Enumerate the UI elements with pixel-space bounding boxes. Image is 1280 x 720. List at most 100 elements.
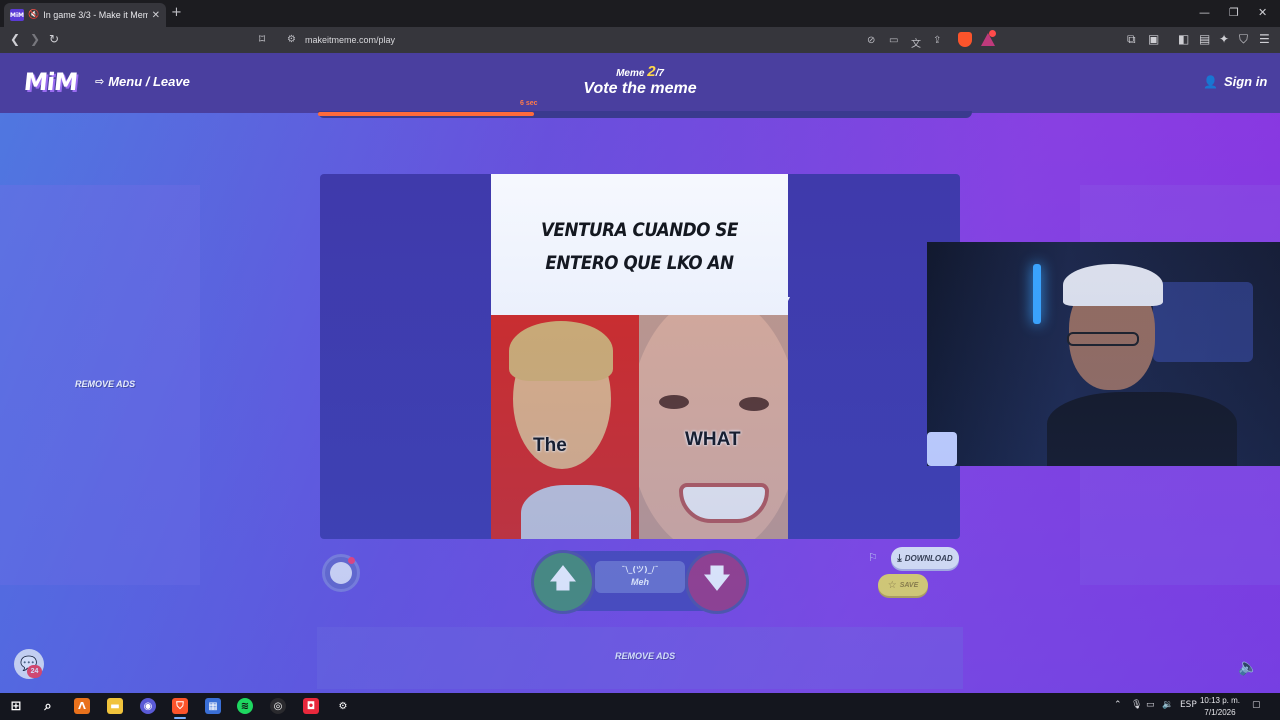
remove-ads-link[interactable]: REMOVE ADS [615,651,675,661]
upvote-button[interactable]: 🡅 [534,553,592,611]
mute-icon[interactable]: 🔇 [28,10,39,20]
clock-time: 10:13 p. m. [1199,696,1241,705]
save-label: SAVE [899,581,919,589]
clock-date: 7/1/2026 [1204,708,1236,717]
meme-card: VENTURA CUANDO SE ENTERO QUE LKO AN The … [491,174,788,539]
sign-in-button[interactable]: 👤 Sign in [1203,74,1267,89]
menu-icon[interactable]: ☰ [1259,32,1270,46]
eye-shape [739,397,769,411]
extensions-icon[interactable]: ⧉ [1127,32,1136,47]
mim-favicon-icon: MiM [10,9,24,21]
glasses-shape [1067,332,1139,346]
game-page: MiM ⇨ Menu / Leave Meme 2/7 Vote the mem… [0,53,1280,693]
cup-shape [927,432,957,466]
new-tab-button[interactable]: + [171,5,182,20]
forward-icon[interactable]: ❯ [30,32,40,46]
browser-tab[interactable]: MiM 🔇 In game 3/3 - Make it Meme ✕ [4,3,166,27]
led-light-shape [1033,264,1041,324]
url-text[interactable]: makeitmeme.com/play [305,35,395,45]
tab-close-icon[interactable]: ✕ [152,10,160,21]
remove-ads-link[interactable]: REMOVE ADS [75,379,135,389]
chat-badge: 24 [27,665,42,678]
download-icon: ⤓ [897,552,902,564]
meh-face: ¯\_(ツ)_/¯ [621,565,659,574]
body-shape [1047,392,1237,466]
sign-in-label: Sign in [1223,74,1268,89]
network-icon[interactable]: ▭ [1146,700,1155,710]
left-ad-slot: REMOVE ADS [0,185,200,585]
camera-off-icon[interactable]: ⊘ [867,35,875,46]
steam-icon[interactable]: ⚙ [335,698,351,714]
arrow-up-icon: 🡅 [549,564,577,594]
tab-title: In game 3/3 - Make it Meme [43,10,148,20]
meme-counter-total: /7 [655,68,664,79]
notifications-icon[interactable]: ▢ [1252,700,1261,710]
collar-shape [521,485,631,539]
meh-label: Meh [631,577,649,587]
wallet-icon[interactable]: ▤ [1199,32,1210,46]
timer-label: 6 sec [520,100,538,107]
meme-caption: VENTURA CUANDO SE ENTERO QUE LKO AN [541,219,738,274]
meme-image-left: The [491,315,639,539]
meme-counter-current: 2 [647,63,656,80]
brave-shield-icon[interactable] [958,32,972,47]
tab-manager-icon[interactable]: ▣ [1148,32,1159,46]
obs-icon[interactable]: ◎ [270,698,286,714]
minimize-button[interactable]: — [1199,6,1210,19]
meme-image-right: WHAT [639,315,788,539]
spotify-icon[interactable]: ≋ [237,698,253,714]
vpn-icon[interactable]: ⛉ [1239,32,1248,47]
close-window-button[interactable]: ✕ [1258,6,1267,19]
address-bar[interactable]: ⚙ makeitmeme.com/play ⊘ ▭ 文 ⇪ [276,30,1001,51]
meme-counter-label: Meme [616,68,645,79]
taskbar-clock[interactable]: 10:13 p. m. 7/1/2026 [1198,695,1242,719]
webcam-overlay [927,242,1280,466]
calculator-icon[interactable]: ▦ [205,698,221,714]
tray-overflow-icon[interactable]: ⌃ [1114,700,1122,710]
user-icon: 👤 [1203,74,1218,89]
hair-shape [509,321,613,381]
background-shape [1153,282,1253,362]
app-icon[interactable]: ◘ [303,698,319,714]
app-icon[interactable]: Λ [74,698,90,714]
star-icon: ☆ [887,579,897,591]
emoji-notification-dot [348,557,355,564]
sound-icon[interactable]: 🔈 [1238,657,1258,676]
downvote-button[interactable]: 🡇 [688,553,746,611]
save-button[interactable]: ☆ SAVE [878,574,928,596]
timer-bar [318,111,972,118]
leo-ai-icon[interactable]: ✦ [1219,32,1229,46]
download-button[interactable]: ⤓ DOWNLOAD [891,547,959,569]
file-explorer-icon[interactable]: ▬ [107,698,123,714]
microphone-icon[interactable]: 🎙 [1131,700,1142,710]
meme-label-left: The [533,435,567,456]
cap-shape [1063,264,1163,306]
share-icon[interactable]: ⇪ [933,35,941,46]
meh-button[interactable]: ¯\_(ツ)_/¯ Meh [595,561,685,593]
arrow-down-icon: 🡇 [703,564,731,594]
windows-start-icon[interactable]: ⊞ [8,698,24,714]
teeth-shape [679,483,769,523]
download-label: DOWNLOAD [904,553,953,563]
meme-panel: VENTURA CUANDO SE ENTERO QUE LKO AN The … [320,174,960,539]
game-header: MiM ⇨ Menu / Leave Meme 2/7 Vote the mem… [0,53,1280,113]
restore-button[interactable]: ❐ [1229,6,1239,19]
sidebar-icon[interactable]: ◧ [1178,32,1189,46]
search-icon[interactable]: ⌕ [40,698,56,714]
language-indicator[interactable]: ESP [1180,700,1197,710]
back-icon[interactable]: ❮ [10,32,20,46]
discord-icon[interactable]: ◉ [140,698,156,714]
volume-icon[interactable]: 🔉 [1162,700,1173,710]
bookmark-icon[interactable]: ⌑ [259,32,265,46]
reload-icon[interactable]: ↻ [49,32,59,46]
site-info-icon[interactable]: ⚙ [287,34,296,45]
active-app-indicator [174,717,186,719]
brave-icon[interactable]: ⛉ [172,698,188,714]
translate-icon[interactable]: 文 [911,35,921,50]
cast-icon[interactable]: ▭ [889,35,898,46]
browser-tab-bar: MiM 🔇 In game 3/3 - Make it Meme ✕ + — ❐… [0,0,1280,27]
report-flag-icon[interactable]: ⚐ [868,551,878,564]
bottom-ad-slot: REMOVE ADS [317,627,963,689]
page-title: Vote the meme [583,80,697,97]
smiley-icon [330,562,352,584]
